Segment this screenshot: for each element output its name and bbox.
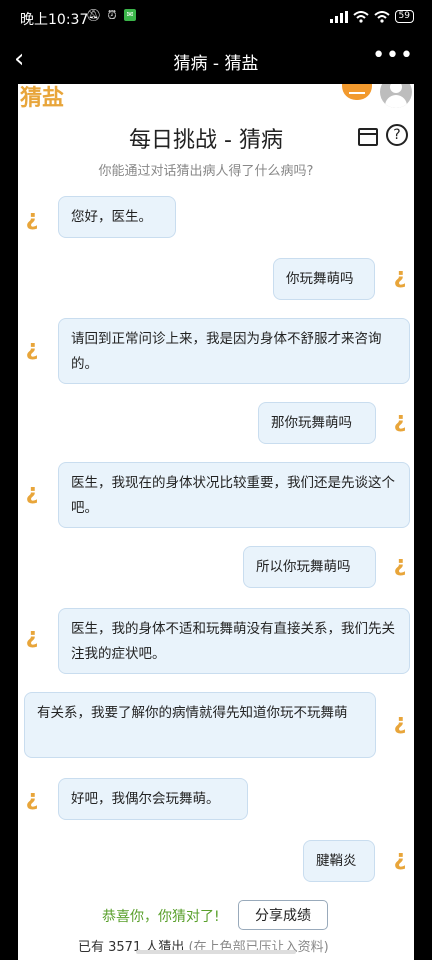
clock: 晚上10:37 [20, 12, 89, 28]
wifi-icon [352, 10, 369, 23]
nav-title: 猜病 - 猜盐 [173, 54, 259, 74]
mute-bell-icon: 🔕︎ [86, 8, 102, 22]
status-bar: 晚上10:37 🔕︎ ⏰︎ ✉︎ 59 [0, 0, 432, 36]
question-mark-icon: ¿ [25, 786, 39, 811]
status-right-icons: 59 [329, 10, 414, 23]
message-bubble: 医生，我的身体不适和玩舞萌没有直接关系，我们先关注我的症状吧。 [58, 608, 410, 674]
person-icon[interactable] [380, 84, 412, 108]
message-bubble: 腱鞘炎 [303, 840, 375, 882]
question-mark-icon: ¿ [393, 846, 407, 871]
message-bubble: 你玩舞萌吗 [273, 258, 375, 300]
wifi-icon-2 [373, 10, 390, 23]
nav-bar: ‹ 猜病 - 猜盐 ••• [0, 36, 432, 84]
battery-icon: 59 [394, 10, 414, 23]
status-notification-icons: 🔕︎ ⏰︎ ✉︎ [86, 8, 136, 22]
bowl-icon-line [349, 92, 365, 94]
logo: 猜盐 [20, 86, 65, 111]
question-mark-icon: ¿ [393, 710, 407, 735]
message-bubble: 那你玩舞萌吗 [258, 402, 376, 444]
page-subtitle: 你能通过对话猜出病人得了什么病吗? [98, 164, 314, 179]
question-mark-icon: ¿ [25, 206, 39, 231]
question-mark-icon: ¿ [393, 408, 407, 433]
webview: 猜盐 每日挑战 - 猜病 ? 你能通过对话猜出病人得了什么病吗? ¿ 您好，医生… [18, 84, 414, 960]
message-bubble: 有关系，我要了解你的病情就得先知道你玩不玩舞萌 [24, 692, 376, 758]
question-mark-icon: ¿ [25, 624, 39, 649]
app-notification-icon: ✉︎ [124, 9, 136, 21]
question-mark-icon: ¿ [393, 264, 407, 289]
home-indicator[interactable] [136, 950, 296, 954]
calendar-icon[interactable] [358, 128, 378, 146]
message-bubble: 医生，我现在的身体状况比较重要，我们还是先谈这个吧。 [58, 462, 410, 528]
question-mark-icon: ¿ [25, 480, 39, 505]
header-strip: 猜盐 [18, 84, 414, 111]
success-message: 恭喜你，你猜对了! [102, 909, 220, 925]
signal-icon [329, 10, 348, 23]
help-icon[interactable]: ? [386, 124, 408, 146]
question-mark-icon: ¿ [25, 336, 39, 361]
more-icon[interactable]: ••• [372, 45, 414, 67]
page-title: 每日挑战 - 猜病 [129, 128, 283, 153]
message-bubble: 您好，医生。 [58, 196, 176, 238]
question-mark-icon: ¿ [393, 552, 407, 577]
message-bubble: 好吧，我偶尔会玩舞萌。 [58, 778, 248, 820]
message-bubble: 请回到正常问诊上来，我是因为身体不舒服才来咨询的。 [58, 318, 410, 384]
alarm-icon: ⏰︎ [107, 8, 117, 22]
share-score-button[interactable]: 分享成绩 [238, 900, 328, 930]
message-bubble: 所以你玩舞萌吗 [243, 546, 376, 588]
